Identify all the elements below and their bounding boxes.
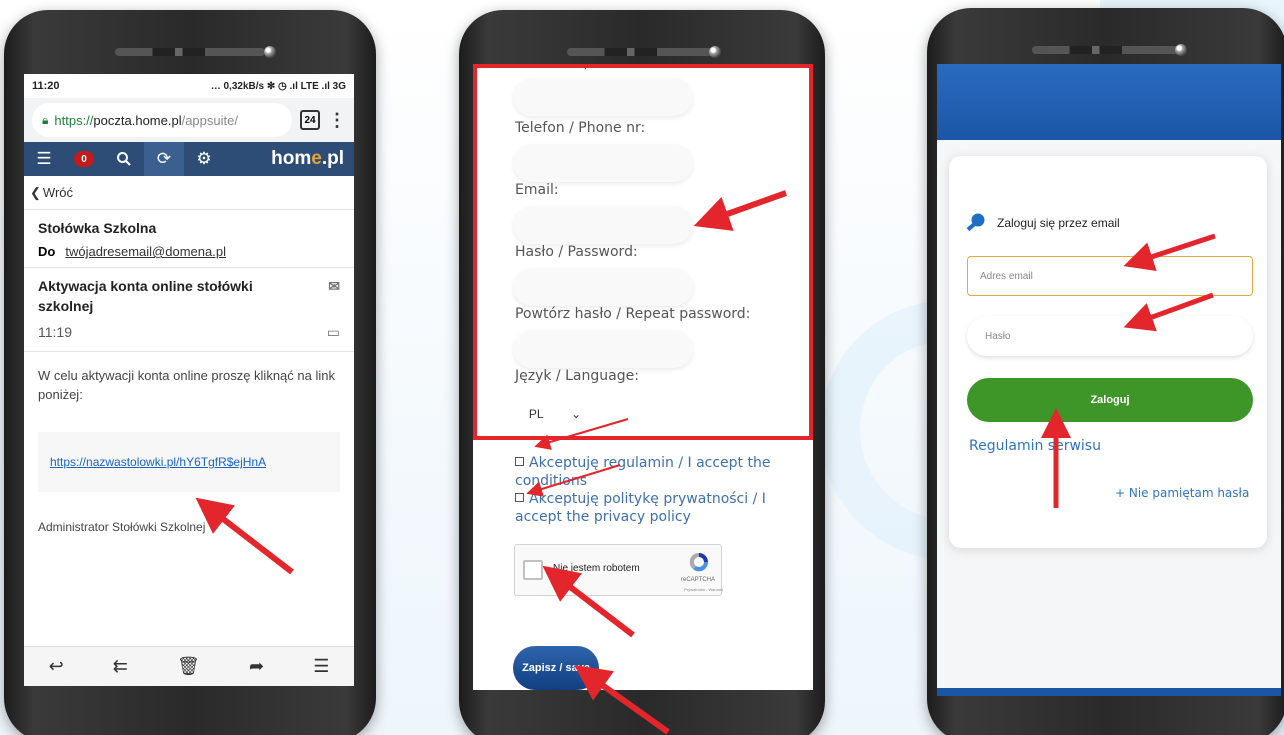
- accept-privacy-checkbox[interactable]: [515, 493, 524, 502]
- repeat-password-label: Powtórz hasło / Repeat password:: [515, 306, 751, 322]
- language-select[interactable]: PL ⌄: [515, 399, 595, 429]
- search-icon[interactable]: [104, 142, 144, 176]
- recaptcha-terms[interactable]: Prywatność - Warunki: [684, 587, 723, 592]
- phone-register: Nazwisko / Surname: Telefon / Phone nr: …: [459, 10, 825, 735]
- chevron-left-icon: ❮: [30, 184, 41, 200]
- recaptcha-label: Nie jestem robotem: [553, 563, 640, 574]
- hamburger-menu-icon[interactable]: ☰: [24, 142, 64, 176]
- recaptcha-logo-icon: [689, 552, 709, 572]
- speaker-grille: [1032, 46, 1182, 54]
- password-input[interactable]: [513, 268, 693, 306]
- email-sender: Stołówka Szkolna: [38, 220, 157, 236]
- brand-logo: home.pl: [271, 148, 344, 169]
- email-time-row: 11:19 ▭: [24, 316, 354, 352]
- email-signature: Administrator Stołówki Szkolnej: [38, 520, 206, 534]
- login-header-band: [937, 64, 1281, 140]
- email-screen: 11:20 … 0,32kB/s ✻ ◷ .ıl LTE .ıl 3G 🔒︎ h…: [24, 74, 354, 686]
- phone-input[interactable]: [513, 144, 693, 182]
- login-title: Zaloguj się przez email: [997, 216, 1120, 230]
- accept-terms-row: Akceptuję regulamin / I accept the condi…: [515, 454, 785, 490]
- status-indicators: … 0,32kB/s ✻ ◷ .ıl LTE .ıl 3G: [210, 80, 346, 92]
- menu-icon[interactable]: ☰: [313, 656, 329, 677]
- phone-email: 11:20 … 0,32kB/s ✻ ◷ .ıl LTE .ıl 3G 🔒︎ h…: [4, 10, 376, 735]
- email-body: W celu aktywacji konta online proszę kli…: [38, 368, 335, 402]
- accept-terms-checkbox[interactable]: [515, 457, 524, 466]
- login-password-input[interactable]: Hasło: [967, 316, 1253, 356]
- front-camera: [264, 46, 276, 58]
- more-menu-icon[interactable]: ⋮: [328, 110, 346, 131]
- login-button[interactable]: Zaloguj: [967, 378, 1253, 422]
- email-time: 11:19: [38, 324, 72, 340]
- login-card: Zaloguj się przez email Adres email Hasł…: [949, 156, 1267, 548]
- url-host: poczta.home.pl: [93, 112, 182, 128]
- speaker-grille: [567, 48, 717, 56]
- front-camera: [1175, 44, 1187, 56]
- activation-link-box: https://nazwastolowki.pl/hY6TgfR$ejHnA: [38, 432, 340, 492]
- unread-badge-cell[interactable]: 0: [64, 142, 104, 176]
- gear-icon[interactable]: ⚙: [184, 142, 224, 176]
- bookmark-icon[interactable]: ▭: [327, 324, 340, 341]
- status-time: 11:20: [32, 80, 60, 92]
- recaptcha-widget: Nie jestem robotem reCAPTCHA Prywatność …: [514, 544, 723, 596]
- recaptcha-checkbox[interactable]: [523, 560, 543, 580]
- email-subject: Aktywacja konta online stołówki szkolnej: [38, 278, 253, 314]
- phone-login: Zaloguj się przez email Adres email Hasł…: [927, 8, 1284, 735]
- login-screen: Zaloguj się przez email Adres email Hasł…: [937, 64, 1281, 696]
- language-label: Język / Language:: [515, 368, 639, 384]
- login-footer-band: [937, 688, 1281, 696]
- surname-label: Nazwisko / Surname:: [515, 64, 662, 72]
- url-path: /appsuite/: [181, 112, 238, 128]
- repeat-password-input[interactable]: [513, 330, 693, 368]
- accept-privacy-row: Akceptuję politykę prywatności / I accep…: [515, 490, 785, 526]
- password-label: Hasło / Password:: [515, 244, 638, 260]
- speaker-grille: [115, 48, 265, 56]
- login-title-row: Zaloguj się przez email: [965, 212, 1120, 234]
- terms-link[interactable]: Regulamin serwisu: [969, 438, 1101, 454]
- forward-icon[interactable]: ➦: [249, 656, 264, 677]
- register-screen: Nazwisko / Surname: Telefon / Phone nr: …: [473, 64, 813, 690]
- lock-icon: 🔒︎: [42, 112, 49, 127]
- reply-all-icon[interactable]: ⇇: [113, 656, 128, 677]
- front-camera: [709, 46, 721, 58]
- surname-input[interactable]: [513, 78, 693, 116]
- chevron-down-icon: ⌄: [571, 407, 582, 421]
- forgot-password-link[interactable]: + Nie pamiętam hasła: [1115, 486, 1249, 500]
- back-link[interactable]: ❮ Wróć: [24, 176, 354, 210]
- email-recipient: Do twójadresemail@domena.pl: [38, 236, 340, 267]
- browser-url-bar: 🔒︎ https://poczta.home.pl/appsuite/ 24 ⋮: [24, 98, 354, 142]
- login-email-input[interactable]: Adres email: [967, 256, 1253, 296]
- save-button[interactable]: Zapisz / save: [513, 646, 599, 690]
- email-actions-bar: ↩ ⇇ 🗑︎ ➦ ☰: [24, 646, 354, 686]
- email-label: Email:: [515, 182, 559, 198]
- to-label: Do: [38, 244, 56, 259]
- mail-toolbar: ☰ 0 ⟳ ⚙ home.pl: [24, 142, 354, 176]
- unread-badge: 0: [74, 151, 94, 167]
- envelope-icon[interactable]: ✉: [328, 276, 340, 316]
- subject-row: Aktywacja konta online stołówki szkolnej…: [24, 268, 354, 316]
- reply-icon[interactable]: ↩: [49, 656, 64, 677]
- recaptcha-brand: reCAPTCHA: [680, 577, 715, 583]
- tab-count-button[interactable]: 24: [300, 110, 320, 130]
- accept-privacy-label[interactable]: Akceptuję politykę prywatności / I accep…: [515, 491, 766, 525]
- url-scheme: https://: [54, 112, 94, 128]
- phone-label: Telefon / Phone nr:: [515, 120, 646, 136]
- activation-link[interactable]: https://nazwastolowki.pl/hY6TgfR$ejHnA: [50, 455, 266, 469]
- email-header: Stołówka Szkolna Do twójadresemail@domena…: [24, 210, 354, 268]
- to-address[interactable]: twójadresemail@domena.pl: [65, 244, 226, 259]
- trash-icon[interactable]: 🗑︎: [177, 656, 200, 677]
- status-bar: 11:20 … 0,32kB/s ✻ ◷ .ıl LTE .ıl 3G: [24, 74, 354, 98]
- email-input[interactable]: [513, 206, 693, 244]
- language-value: PL: [528, 407, 544, 421]
- key-icon: [966, 213, 985, 232]
- accept-terms-label[interactable]: Akceptuję regulamin / I accept the condi…: [515, 455, 770, 489]
- url-field[interactable]: 🔒︎ https://poczta.home.pl/appsuite/: [32, 103, 292, 137]
- refresh-icon[interactable]: ⟳: [144, 142, 184, 176]
- back-label: Wróć: [42, 185, 74, 200]
